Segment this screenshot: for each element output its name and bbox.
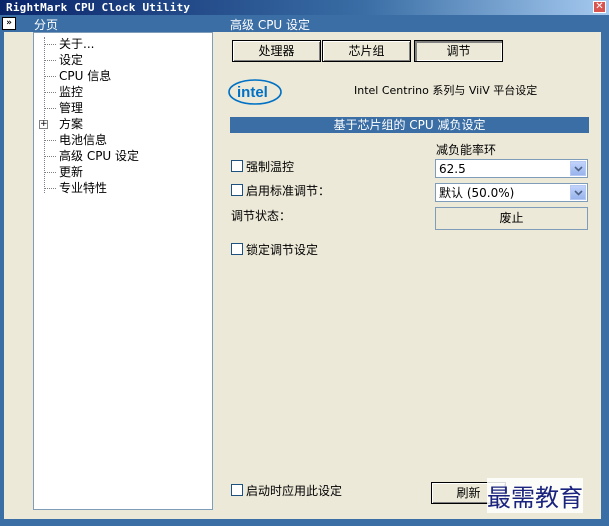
sidebar-item-cpu-info[interactable]: CPU 信息 [59,68,111,84]
thermal-duty-cycle-select[interactable]: 62.5 [435,159,588,178]
window-frame-bottom [0,519,609,526]
standard-throttle-label[interactable]: 启用标准调节： [246,182,330,199]
watermark-text: 最需教育 [487,478,583,513]
tree-connector [44,92,56,93]
lock-throttle-label[interactable]: 锁定调节设定 [246,241,318,258]
window-frame-right [601,15,609,526]
dropdown-arrow-icon[interactable] [570,161,586,176]
standard-throttle-value: 默认 (50.0%) [439,186,515,200]
tree-connector [44,156,56,157]
sidebar-item-monitor[interactable]: 监控 [59,84,83,100]
tab-chipset[interactable]: 芯片组 [322,40,411,62]
tree-connector [44,188,56,189]
sidebar-item-update[interactable]: 更新 [59,164,83,180]
tree-connector [44,172,56,173]
close-button[interactable]: ✕ [593,1,606,13]
collapse-sidebar-button[interactable]: » [2,17,16,30]
standard-throttle-checkbox[interactable] [231,184,243,196]
sidebar-item-settings[interactable]: 设定 [59,52,83,68]
window-frame-left [0,32,4,526]
throttle-status-value: 废止 [435,207,588,230]
app-title: RightMark CPU Clock Utility [6,1,191,14]
sidebar-header: » 分页 [0,15,228,32]
dropdown-arrow-icon[interactable] [570,185,586,200]
sidebar-item-pro-features[interactable]: 专业特性 [59,180,107,196]
tree-connector [44,44,56,45]
intel-logo-text: intel [237,84,268,101]
apply-on-startup-label[interactable]: 启动时应用此设定 [246,482,342,499]
lock-throttle-checkbox[interactable] [231,243,243,255]
platform-description: Intel Centrino 系列与 ViiV 平台设定 [354,84,538,97]
tab-processor[interactable]: 处理器 [232,40,321,62]
expand-plus-icon[interactable]: + [39,120,48,129]
tree-connector [44,76,56,77]
main-header: 高级 CPU 设定 [228,15,609,32]
sidebar-title: 分页 [34,18,59,32]
tree-connector [44,108,56,109]
apply-on-startup-checkbox[interactable] [231,484,243,496]
close-icon: ✕ [595,1,604,12]
navigation-tree[interactable]: 关于... 设定 CPU 信息 监控 管理 + 方案 电池信息 高级 CPU 设… [33,32,213,510]
tab-throttling[interactable]: 调节 [414,40,503,62]
tree-connector [44,60,56,61]
intel-logo: intel [228,79,282,105]
duty-cycle-label: 减负能率环 [436,143,497,157]
thermal-control-label[interactable]: 强制温控 [246,158,294,175]
sidebar-item-advanced-cpu[interactable]: 高级 CPU 设定 [59,148,139,164]
page-title: 高级 CPU 设定 [230,18,311,32]
tree-connector [44,140,56,141]
thermal-control-checkbox[interactable] [231,160,243,172]
title-bar: RightMark CPU Clock Utility ✕ [0,0,609,15]
sidebar-item-manage[interactable]: 管理 [59,100,83,116]
thermal-duty-cycle-value: 62.5 [439,162,466,176]
standard-throttle-select[interactable]: 默认 (50.0%) [435,183,588,202]
section-title: 基于芯片组的 CPU 减负设定 [230,117,589,133]
throttle-status-label: 调节状态： [231,209,292,223]
sidebar-item-battery-info[interactable]: 电池信息 [59,132,107,148]
sidebar-item-about[interactable]: 关于... [59,36,94,52]
sidebar-item-profiles[interactable]: 方案 [59,116,83,132]
double-chevron-icon: » [6,18,12,28]
